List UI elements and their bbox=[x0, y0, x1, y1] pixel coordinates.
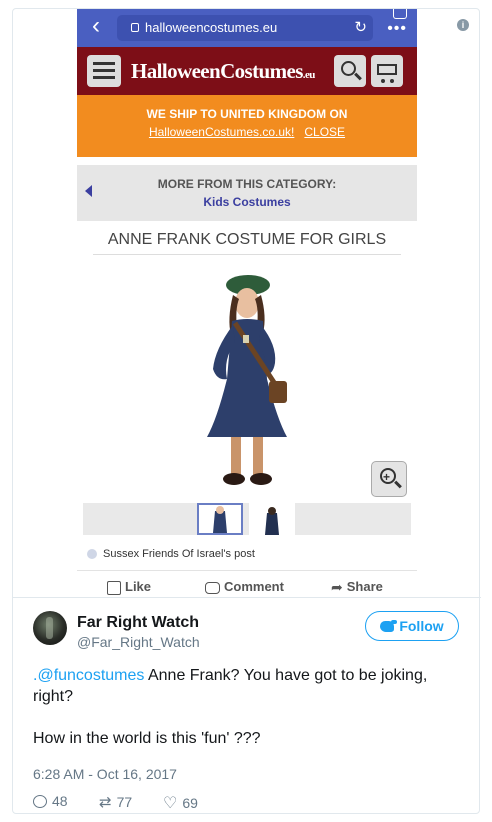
product-photo bbox=[207, 275, 287, 485]
thumbnail-1 bbox=[197, 503, 243, 535]
reload-icon: ↻ bbox=[354, 19, 367, 36]
thumbnail-2 bbox=[249, 503, 295, 535]
reply-button[interactable]: 48 bbox=[33, 793, 68, 809]
category-link: Kids Costumes bbox=[203, 195, 291, 209]
mention-link[interactable]: .@funcostumes bbox=[33, 667, 144, 684]
retweet-count: 77 bbox=[116, 794, 133, 810]
category-bar: MORE FROM THIS CATEGORY: Kids Costumes bbox=[77, 165, 417, 221]
like-count: 69 bbox=[182, 795, 198, 811]
tweet-text: .@funcostumes Anne Frank? You have got t… bbox=[33, 665, 463, 749]
reply-icon bbox=[33, 795, 47, 808]
attached-screenshot[interactable]: ‹ halloweencostumes.eu ↻ ••• HalloweenCo… bbox=[77, 9, 417, 597]
hamburger-menu-icon bbox=[87, 55, 121, 87]
retweet-icon: ⇄ bbox=[99, 794, 112, 811]
info-icon[interactable]: i bbox=[457, 19, 469, 31]
fb-post-source: Sussex Friends Of Israel's post bbox=[77, 537, 417, 571]
page-logo-icon bbox=[87, 549, 97, 559]
twitter-bird-icon bbox=[380, 620, 398, 632]
tweet-card: i ‹ halloweencostumes.eu ↻ ••• Halloween… bbox=[12, 8, 481, 814]
back-arrow-icon: ‹ bbox=[92, 12, 100, 39]
user-handle[interactable]: @Far_Right_Watch bbox=[77, 634, 200, 650]
retweet-button[interactable]: ⇄ 77 bbox=[99, 793, 132, 811]
site-search-icon bbox=[334, 55, 366, 87]
zoom-in-icon: + bbox=[371, 461, 407, 497]
fb-post-source-text: Sussex Friends Of Israel's post bbox=[103, 548, 255, 560]
shipping-banner-text: WE SHIP TO UNITED KINGDOM ON bbox=[146, 107, 348, 121]
shipping-banner-close: CLOSE bbox=[304, 125, 346, 139]
url-field: halloweencostumes.eu ↻ bbox=[117, 15, 373, 41]
divider bbox=[13, 597, 481, 598]
timestamp[interactable]: 6:28 AM - Oct 16, 2017 bbox=[33, 766, 177, 782]
display-name[interactable]: Far Right Watch bbox=[77, 614, 199, 632]
follow-button[interactable]: Follow bbox=[365, 611, 459, 641]
shipping-banner-link: HalloweenCostumes.co.uk! bbox=[148, 125, 295, 139]
site-logo: HalloweenCostumes.eu bbox=[131, 59, 315, 83]
cart-icon bbox=[371, 55, 403, 87]
shipping-banner: WE SHIP TO UNITED KINGDOM ON HalloweenCo… bbox=[77, 95, 417, 157]
fb-action-bar: Like Comment ➦ Share bbox=[77, 573, 417, 597]
thumbnail-strip bbox=[83, 503, 411, 535]
left-arrow-icon bbox=[85, 185, 92, 197]
browser-address-bar: ‹ halloweencostumes.eu ↻ ••• bbox=[77, 9, 417, 47]
fb-share: ➦ Share bbox=[331, 579, 383, 596]
share-icon: ➦ bbox=[331, 579, 343, 596]
url-text: halloweencostumes.eu bbox=[145, 20, 278, 35]
heart-icon: ♡ bbox=[163, 795, 178, 812]
lock-icon bbox=[131, 23, 139, 32]
like-button[interactable]: ♡ 69 bbox=[163, 793, 198, 813]
reply-count: 48 bbox=[52, 793, 68, 809]
fb-like: Like bbox=[107, 579, 151, 595]
category-title: MORE FROM THIS CATEGORY: bbox=[157, 177, 337, 191]
fb-comment: Comment bbox=[205, 579, 284, 594]
scan-icon bbox=[393, 9, 407, 19]
more-icon: ••• bbox=[387, 20, 407, 37]
comment-icon bbox=[205, 581, 220, 594]
tweet-text-line2: How in the world is this 'fun' ??? bbox=[33, 730, 261, 747]
thumbs-up-icon bbox=[107, 580, 121, 595]
avatar[interactable] bbox=[33, 611, 67, 645]
site-header: HalloweenCostumes.eu bbox=[77, 47, 417, 95]
product-title: ANNE FRANK COSTUME FOR GIRLS bbox=[93, 223, 401, 255]
